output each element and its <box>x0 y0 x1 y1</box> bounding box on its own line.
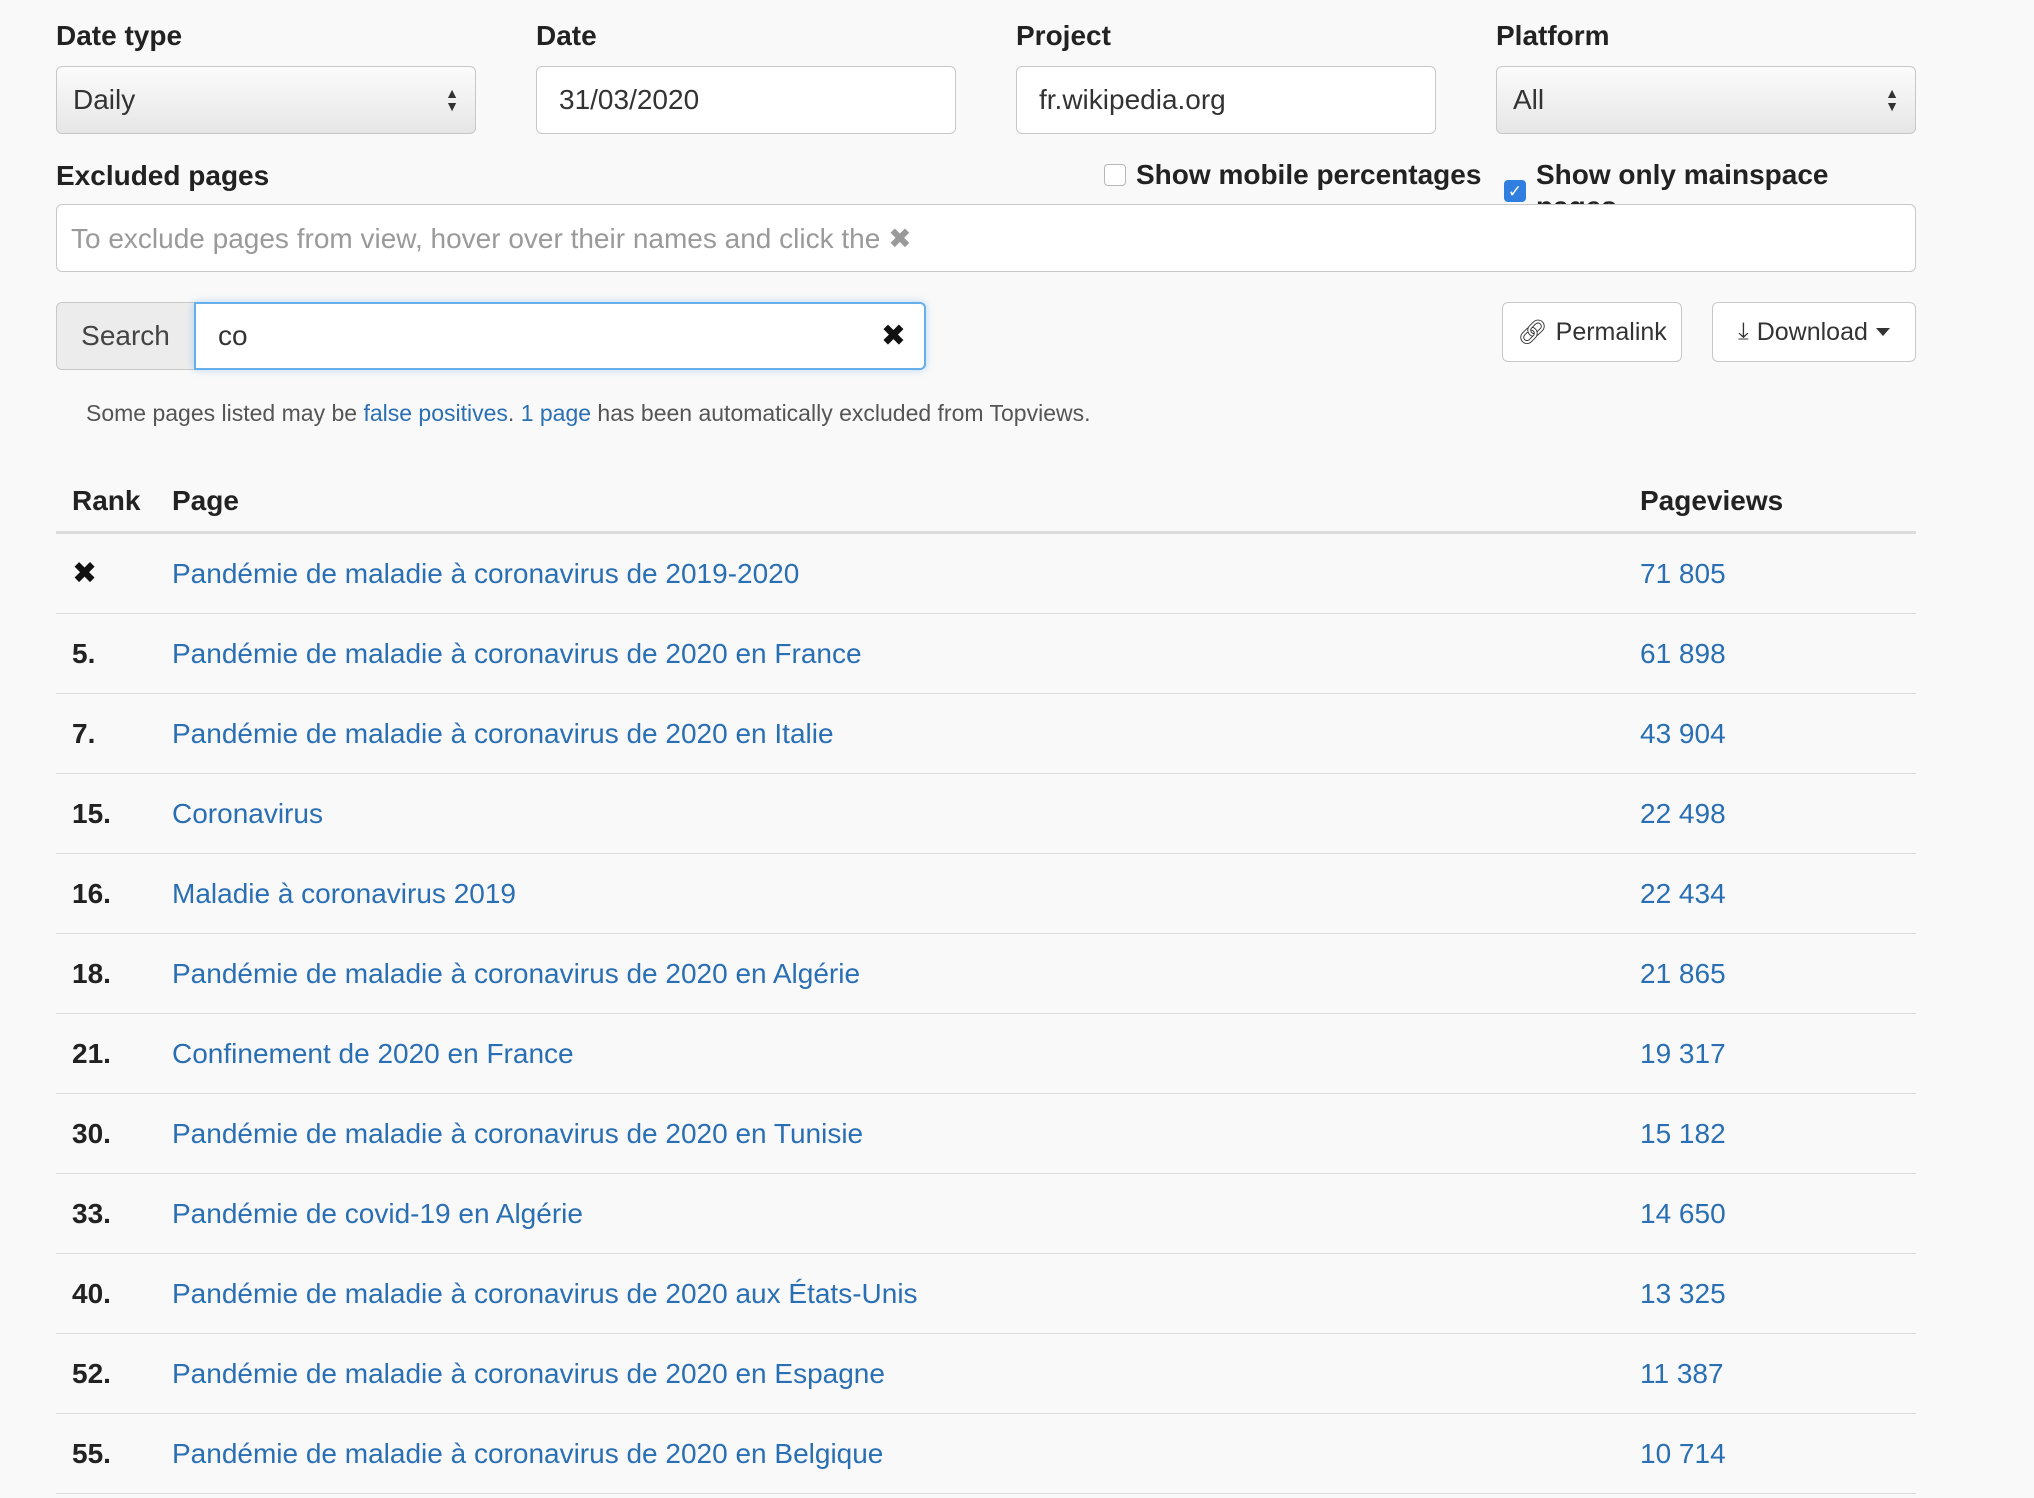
page-link[interactable]: Pandémie de maladie à coronavirus de 202… <box>172 718 1640 750</box>
search-addon: Search <box>56 302 194 370</box>
excluded-page-link[interactable]: 1 page <box>521 400 591 426</box>
date-label: Date <box>536 20 597 51</box>
date-value: 31/03/2020 <box>559 84 700 115</box>
table-row: 16. Maladie à coronavirus 2019 22 434 <box>56 854 1916 934</box>
pageviews-link[interactable]: 15 182 <box>1640 1118 1916 1150</box>
download-label: Download <box>1756 317 1868 346</box>
rank-cell: 5. <box>72 637 96 669</box>
project-input[interactable]: fr.wikipedia.org <box>1016 66 1436 134</box>
pageviews-link[interactable]: 43 904 <box>1640 718 1916 750</box>
link-icon: 🔗︎ <box>1517 318 1548 346</box>
project-label: Project <box>1016 20 1111 51</box>
date-input[interactable]: 31/03/2020 <box>536 66 956 134</box>
download-icon: ⤓ <box>1738 318 1749 345</box>
topviews-table: Rank Page Pageviews ✖ Pandémie de maladie… <box>56 470 1916 1494</box>
pageviews-header[interactable]: Pageviews <box>1640 485 1916 517</box>
pageviews-link[interactable]: 13 325 <box>1640 1278 1916 1310</box>
page-link[interactable]: Confinement de 2020 en France <box>172 1038 1640 1070</box>
page-link[interactable]: Maladie à coronavirus 2019 <box>172 878 1640 910</box>
pageviews-link[interactable]: 22 498 <box>1640 798 1916 830</box>
rank-cell: 40. <box>72 1277 111 1309</box>
select-arrows-icon: ▲ ▼ <box>1885 85 1899 114</box>
download-button[interactable]: ⤓ Download <box>1712 302 1916 362</box>
pageviews-link[interactable]: 11 387 <box>1640 1358 1916 1390</box>
table-row: 33. Pandémie de covid-19 en Algérie 14 650 <box>56 1174 1916 1254</box>
table-row: ✖ Pandémie de maladie à coronavirus de 20… <box>56 534 1916 614</box>
permalink-label: Permalink <box>1555 317 1667 346</box>
rank-cell: 55. <box>72 1437 111 1469</box>
false-positive-notice: Some pages listed may be false positives… <box>86 400 1091 427</box>
page-header[interactable]: Page <box>172 485 1640 517</box>
permalink-button[interactable]: 🔗︎ Permalink <box>1502 302 1682 362</box>
select-arrows-icon: ▲ ▼ <box>445 85 459 114</box>
false-positives-link[interactable]: false positives <box>363 400 507 426</box>
page-link[interactable]: Pandémie de maladie à coronavirus de 202… <box>172 1358 1640 1390</box>
table-row: 15. Coronavirus 22 498 <box>56 774 1916 854</box>
caret-down-icon <box>1875 328 1890 336</box>
mobile-percentages-checkbox[interactable] <box>1104 164 1126 186</box>
table-row: 18. Pandémie de maladie à coronavirus de … <box>56 934 1916 1014</box>
rank-cell: 21. <box>72 1037 111 1069</box>
mobile-percentages-label: Show mobile percentages <box>1136 159 1482 190</box>
clear-search-icon[interactable]: ✖ <box>881 319 906 354</box>
platform-select[interactable]: All ▲ ▼ <box>1496 66 1916 134</box>
pageviews-link[interactable]: 10 714 <box>1640 1438 1916 1470</box>
rank-cell: 7. <box>72 717 96 749</box>
table-body: ✖ Pandémie de maladie à coronavirus de 20… <box>56 534 1916 1494</box>
table-row: 5. Pandémie de maladie à coronavirus de 2… <box>56 614 1916 694</box>
rank-cell: 33. <box>72 1197 111 1229</box>
excluded-pages-placeholder: To exclude pages from view, hover over t… <box>71 222 912 254</box>
table-row: 30. Pandémie de maladie à coronavirus de … <box>56 1094 1916 1174</box>
project-value: fr.wikipedia.org <box>1039 84 1226 115</box>
rank-header[interactable]: Rank <box>56 485 172 517</box>
date-type-select[interactable]: Daily ▲ ▼ <box>56 66 476 134</box>
page-link[interactable]: Coronavirus <box>172 798 1640 830</box>
pageviews-link[interactable]: 19 317 <box>1640 1038 1916 1070</box>
rank-cell: 16. <box>72 877 111 909</box>
table-row: 40. Pandémie de maladie à coronavirus de … <box>56 1254 1916 1334</box>
table-row: 55. Pandémie de maladie à coronavirus de … <box>56 1414 1916 1494</box>
mobile-percentages-toggle[interactable]: Show mobile percentages <box>1104 159 1481 191</box>
notice-prefix: Some pages listed may be <box>86 400 364 426</box>
pageviews-link[interactable]: 61 898 <box>1640 638 1916 670</box>
notice-suffix: has been automatically excluded from Top… <box>591 400 1091 426</box>
exclude-page-icon[interactable]: ✖ <box>56 556 172 591</box>
search-input[interactable]: co ✖ <box>194 302 926 370</box>
rank-cell: 15. <box>72 797 111 829</box>
rank-cell: 30. <box>72 1117 111 1149</box>
mainspace-only-checkbox[interactable]: ✓ <box>1504 180 1526 202</box>
page-link[interactable]: Pandémie de maladie à coronavirus de 201… <box>172 558 1640 590</box>
page-link[interactable]: Pandémie de maladie à coronavirus de 202… <box>172 958 1640 990</box>
search-value: co <box>218 320 248 351</box>
notice-middle: . <box>507 400 521 426</box>
table-header: Rank Page Pageviews <box>56 470 1916 534</box>
platform-label: Platform <box>1496 20 1610 51</box>
page-link[interactable]: Pandémie de maladie à coronavirus de 202… <box>172 638 1640 670</box>
excluded-pages-input[interactable]: To exclude pages from view, hover over t… <box>56 204 1916 272</box>
table-row: 7. Pandémie de maladie à coronavirus de 2… <box>56 694 1916 774</box>
page-link[interactable]: Pandémie de covid-19 en Algérie <box>172 1198 1640 1230</box>
date-type-label: Date type <box>56 20 183 51</box>
rank-cell: 52. <box>72 1357 111 1389</box>
date-type-value: Daily <box>73 84 136 115</box>
pageviews-link[interactable]: 22 434 <box>1640 878 1916 910</box>
pageviews-link[interactable]: 71 805 <box>1640 558 1916 590</box>
platform-value: All <box>1513 84 1545 115</box>
page-link[interactable]: Pandémie de maladie à coronavirus de 202… <box>172 1438 1640 1470</box>
pageviews-link[interactable]: 14 650 <box>1640 1198 1916 1230</box>
rank-cell: 18. <box>72 957 111 989</box>
pageviews-link[interactable]: 21 865 <box>1640 958 1916 990</box>
excluded-pages-label: Excluded pages <box>56 160 270 191</box>
page-link[interactable]: Pandémie de maladie à coronavirus de 202… <box>172 1278 1640 1310</box>
table-row: 52. Pandémie de maladie à coronavirus de … <box>56 1334 1916 1414</box>
table-row: 21. Confinement de 2020 en France 19 317 <box>56 1014 1916 1094</box>
page-link[interactable]: Pandémie de maladie à coronavirus de 202… <box>172 1118 1640 1150</box>
